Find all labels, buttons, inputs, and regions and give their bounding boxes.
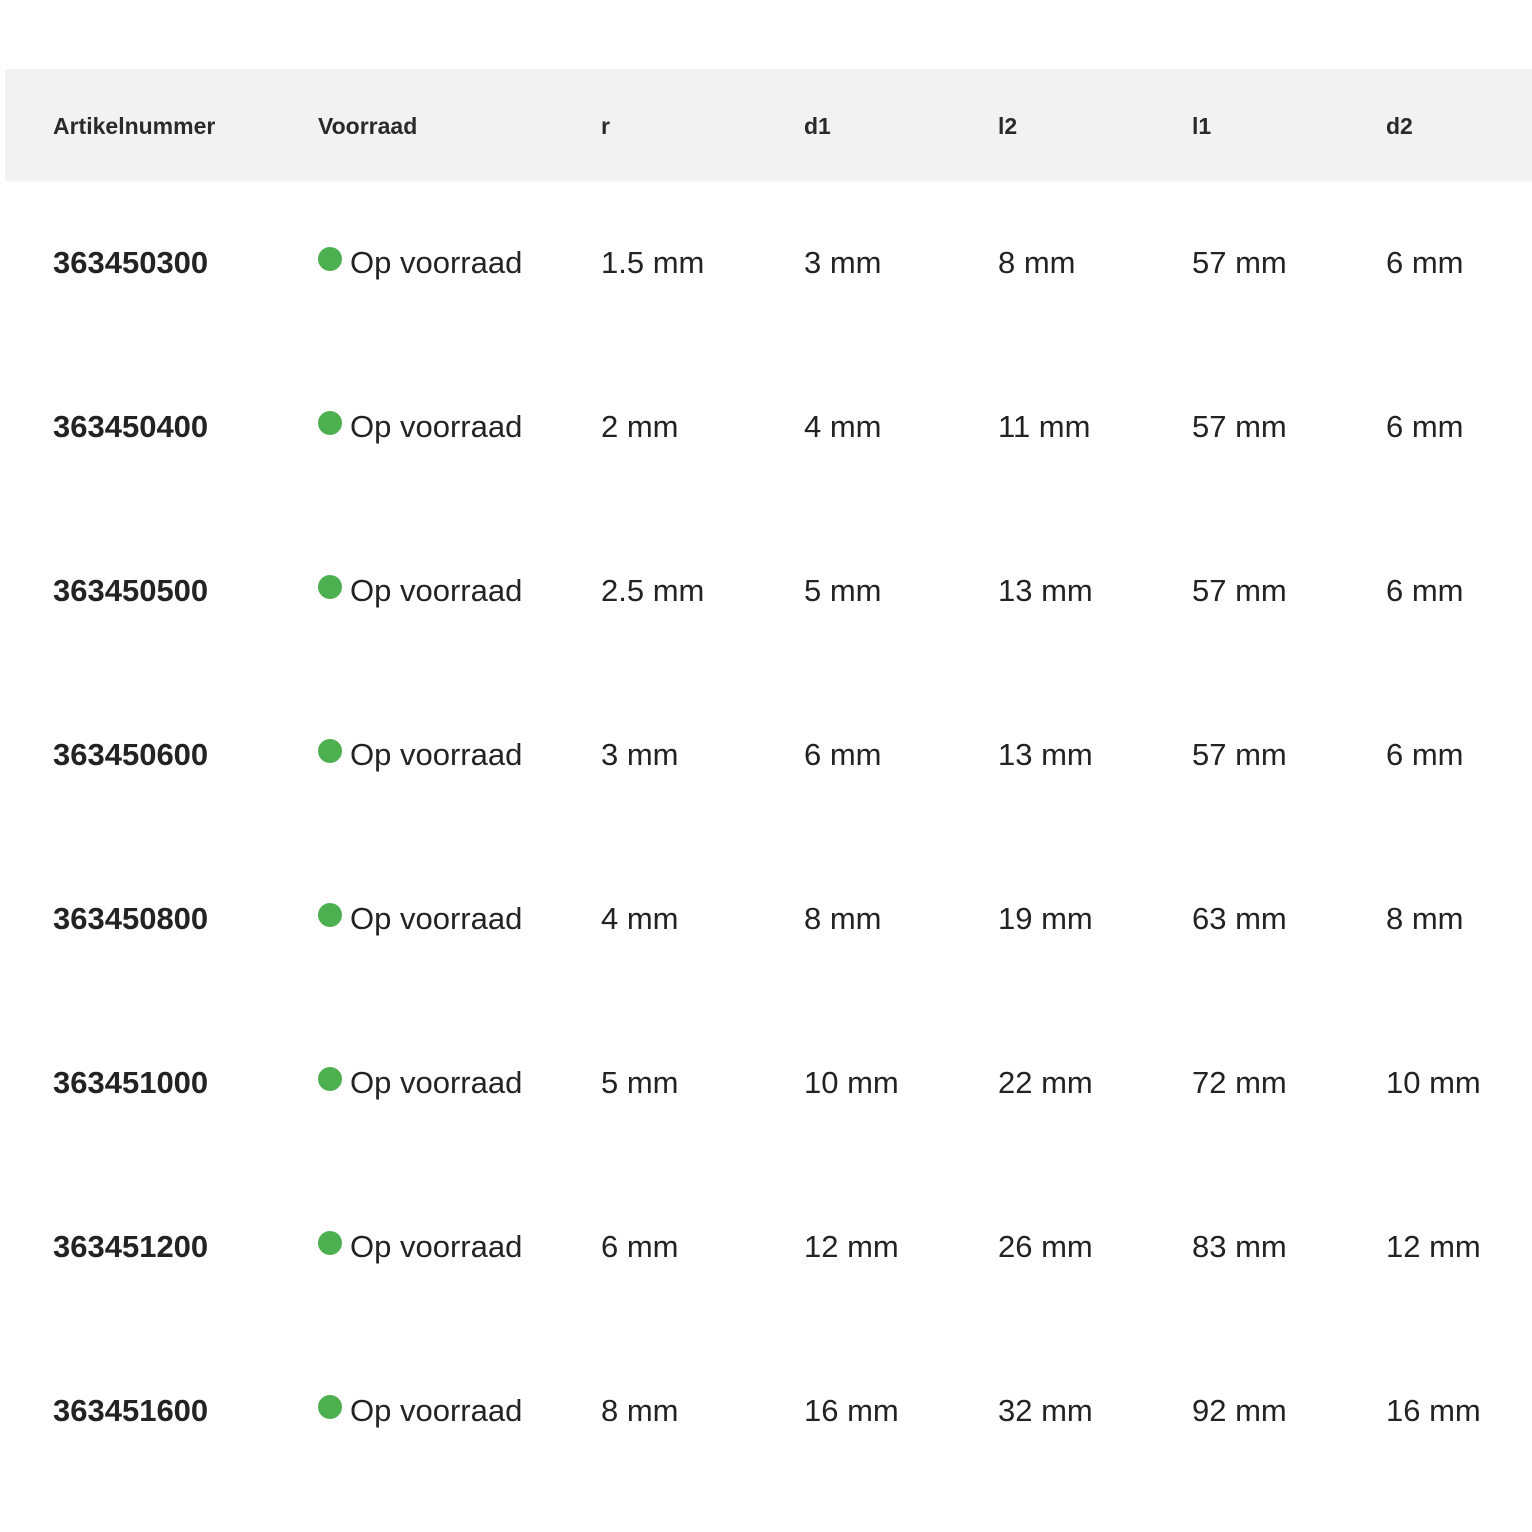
stock-status: Op voorraad (318, 409, 522, 445)
dimension-l1: 57 mm (1192, 409, 1287, 444)
dimension-d1: 8 mm (804, 901, 882, 936)
stock-cell: Op voorraad (318, 837, 601, 939)
dimension-l1: 57 mm (1192, 737, 1287, 772)
stock-label: Op voorraad (350, 1065, 523, 1100)
stock-cell: Op voorraad (318, 1329, 601, 1431)
dimension-d2: 12 mm (1386, 1229, 1481, 1264)
stock-label: Op voorraad (350, 901, 523, 936)
dimension-l2: 22 mm (998, 1065, 1093, 1100)
dimension-l2: 19 mm (998, 901, 1093, 936)
in-stock-dot-icon (318, 1231, 342, 1255)
column-header-artikelnummer[interactable]: Artikelnummer (5, 113, 318, 140)
column-header-l2[interactable]: l2 (998, 113, 1192, 140)
dimension-r: 2.5 mm (601, 573, 705, 608)
table-row[interactable]: 363450500 Op voorraad 2.5 mm 5 mm 13 mm 57 mm… (5, 509, 1532, 673)
stock-label: Op voorraad (350, 245, 523, 280)
dimension-l1: 57 mm (1192, 573, 1287, 608)
dimension-r: 6 mm (601, 1229, 679, 1264)
dimension-d1: 6 mm (804, 737, 882, 772)
dimension-l2: 8 mm (998, 245, 1076, 280)
stock-status: Op voorraad (318, 901, 522, 937)
article-number[interactable]: 363451000 (5, 1001, 318, 1101)
stock-label: Op voorraad (350, 1229, 523, 1264)
stock-status: Op voorraad (318, 1229, 522, 1265)
stock-status: Op voorraad (318, 573, 522, 609)
dimension-d2: 6 mm (1386, 245, 1464, 280)
stock-status: Op voorraad (318, 737, 522, 773)
stock-status: Op voorraad (318, 1393, 522, 1429)
table-row[interactable]: 363451000 Op voorraad 5 mm 10 mm 22 mm 72 mm 1… (5, 1001, 1532, 1165)
table-row[interactable]: 363450300 Op voorraad 1.5 mm 3 mm 8 mm 57 mm 6… (5, 181, 1532, 345)
dimension-l2: 32 mm (998, 1393, 1093, 1428)
table-row[interactable]: 363450600 Op voorraad 3 mm 6 mm 13 mm 57 mm 6 … (5, 673, 1532, 837)
dimension-d1: 12 mm (804, 1229, 899, 1264)
product-variant-table: Artikelnummer Voorraad r d1 l2 l1 d2 363… (5, 69, 1532, 1493)
dimension-r: 4 mm (601, 901, 679, 936)
dimension-d2: 6 mm (1386, 737, 1464, 772)
dimension-l2: 26 mm (998, 1229, 1093, 1264)
stock-cell: Op voorraad (318, 345, 601, 447)
dimension-l1: 72 mm (1192, 1065, 1287, 1100)
column-header-l1[interactable]: l1 (1192, 113, 1386, 140)
stock-status: Op voorraad (318, 245, 522, 281)
table-row[interactable]: 363451200 Op voorraad 6 mm 12 mm 26 mm 83 mm 1… (5, 1165, 1532, 1329)
dimension-r: 2 mm (601, 409, 679, 444)
dimension-r: 8 mm (601, 1393, 679, 1428)
stock-cell: Op voorraad (318, 181, 601, 283)
dimension-l1: 92 mm (1192, 1393, 1287, 1428)
dimension-d2: 6 mm (1386, 573, 1464, 608)
dimension-d1: 10 mm (804, 1065, 899, 1100)
column-header-r[interactable]: r (601, 113, 804, 140)
stock-cell: Op voorraad (318, 673, 601, 775)
article-number[interactable]: 363450600 (5, 673, 318, 773)
dimension-d1: 5 mm (804, 573, 882, 608)
article-number[interactable]: 363451200 (5, 1165, 318, 1265)
dimension-l2: 13 mm (998, 573, 1093, 608)
stock-status: Op voorraad (318, 1065, 522, 1101)
dimension-d1: 16 mm (804, 1393, 899, 1428)
in-stock-dot-icon (318, 903, 342, 927)
article-number[interactable]: 363450500 (5, 509, 318, 609)
in-stock-dot-icon (318, 411, 342, 435)
dimension-d1: 3 mm (804, 245, 882, 280)
in-stock-dot-icon (318, 1395, 342, 1419)
stock-label: Op voorraad (350, 573, 523, 608)
stock-label: Op voorraad (350, 409, 523, 444)
stock-cell: Op voorraad (318, 1001, 601, 1103)
stock-label: Op voorraad (350, 1393, 523, 1428)
dimension-r: 3 mm (601, 737, 679, 772)
dimension-d2: 6 mm (1386, 409, 1464, 444)
column-header-d1[interactable]: d1 (804, 113, 998, 140)
in-stock-dot-icon (318, 1067, 342, 1091)
column-header-d2[interactable]: d2 (1386, 113, 1526, 140)
dimension-l2: 13 mm (998, 737, 1093, 772)
article-number[interactable]: 363450300 (5, 181, 318, 281)
stock-label: Op voorraad (350, 737, 523, 772)
in-stock-dot-icon (318, 247, 342, 271)
dimension-d2: 8 mm (1386, 901, 1464, 936)
dimension-l1: 83 mm (1192, 1229, 1287, 1264)
dimension-l1: 57 mm (1192, 245, 1287, 280)
table-body: 363450300 Op voorraad 1.5 mm 3 mm 8 mm 57 mm 6… (5, 181, 1532, 1493)
dimension-d1: 4 mm (804, 409, 882, 444)
in-stock-dot-icon (318, 575, 342, 599)
column-header-voorraad[interactable]: Voorraad (318, 113, 601, 140)
dimension-l2: 11 mm (998, 409, 1091, 444)
table-row[interactable]: 363451600 Op voorraad 8 mm 16 mm 32 mm 92 mm 1… (5, 1329, 1532, 1493)
dimension-d2: 10 mm (1386, 1065, 1481, 1100)
dimension-l1: 63 mm (1192, 901, 1287, 936)
in-stock-dot-icon (318, 739, 342, 763)
table-row[interactable]: 363450400 Op voorraad 2 mm 4 mm 11 mm 57 mm 6 … (5, 345, 1532, 509)
dimension-r: 1.5 mm (601, 245, 705, 280)
dimension-r: 5 mm (601, 1065, 679, 1100)
table-header: Artikelnummer Voorraad r d1 l2 l1 d2 (5, 69, 1532, 181)
stock-cell: Op voorraad (318, 509, 601, 611)
table-row[interactable]: 363450800 Op voorraad 4 mm 8 mm 19 mm 63 mm 8 … (5, 837, 1532, 1001)
stock-cell: Op voorraad (318, 1165, 601, 1267)
article-number[interactable]: 363450800 (5, 837, 318, 937)
article-number[interactable]: 363451600 (5, 1329, 318, 1429)
dimension-d2: 16 mm (1386, 1393, 1481, 1428)
article-number[interactable]: 363450400 (5, 345, 318, 445)
